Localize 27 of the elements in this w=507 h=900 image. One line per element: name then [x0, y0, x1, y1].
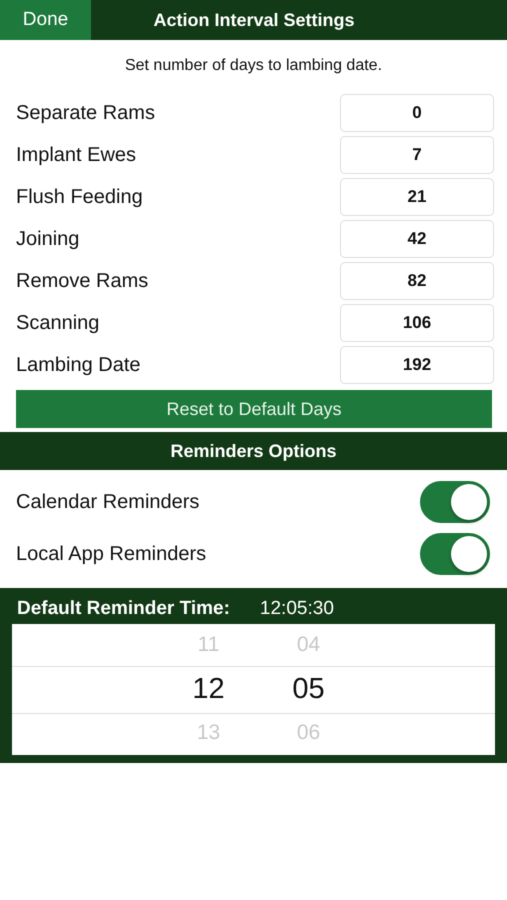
days-input-field[interactable]: 0 — [340, 94, 494, 132]
interval-label: Separate Rams — [16, 102, 155, 124]
reset-button[interactable]: Reset to Default Days — [16, 390, 492, 428]
screen-title: Action Interval Settings — [152, 8, 356, 32]
interval-label: Lambing Date — [16, 354, 141, 376]
interval-label: Flush Feeding — [16, 186, 143, 208]
done-button[interactable]: Done — [0, 0, 91, 40]
section-header: Reminders Options — [0, 432, 507, 470]
reminder-label: Calendar Reminders — [16, 490, 200, 514]
reminder-label: Local App Reminders — [16, 542, 206, 566]
reminder-time-value: 12:05:30 — [260, 598, 334, 620]
days-input-field[interactable]: 42 — [340, 220, 494, 258]
interval-label: Remove Rams — [16, 270, 148, 292]
picker-value[interactable]: 05 — [292, 666, 325, 712]
days-input-field[interactable]: 7 — [340, 136, 494, 174]
instruction-text: Set number of days to lambing date. — [124, 57, 382, 75]
interval-label: Joining — [16, 228, 80, 250]
days-input-field[interactable]: 82 — [340, 262, 494, 300]
days-input-field[interactable]: 192 — [340, 346, 494, 384]
days-input-field[interactable]: 21 — [340, 178, 494, 216]
days-input-field[interactable]: 106 — [340, 304, 494, 342]
toggle-switch[interactable] — [420, 533, 490, 575]
picker-value[interactable]: 12 — [192, 666, 225, 712]
reminder-time-label: Default Reminder Time: — [17, 598, 230, 620]
toggle-switch[interactable] — [420, 481, 490, 523]
interval-label: Scanning — [16, 312, 100, 334]
interval-label: Implant Ewes — [16, 144, 136, 166]
